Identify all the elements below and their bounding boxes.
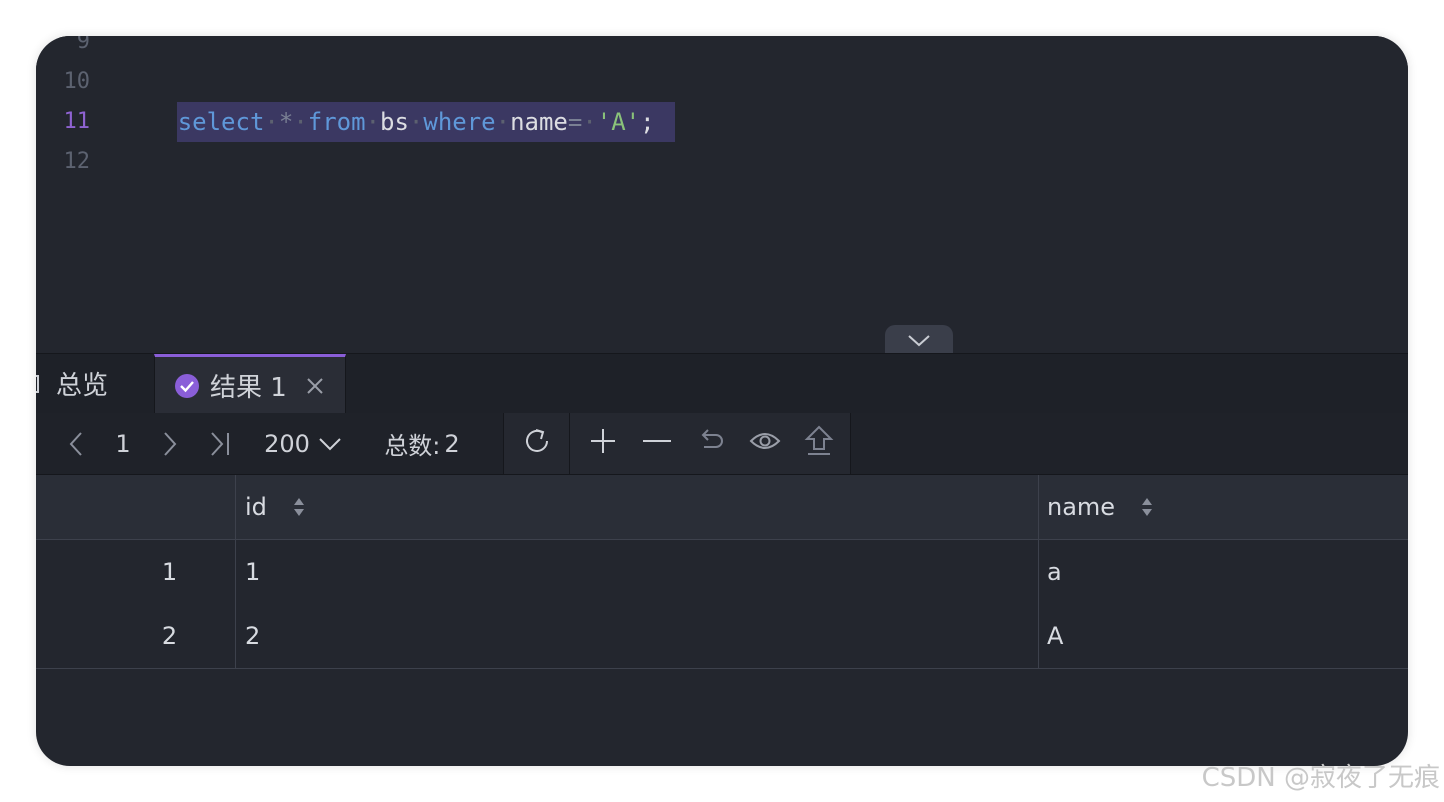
total-value: 2 bbox=[444, 429, 460, 458]
code-line[interactable]: select·*·from·bs·where·name=·'A'; bbox=[90, 62, 675, 142]
row-index-header bbox=[36, 475, 235, 539]
minus-icon bbox=[642, 427, 672, 461]
last-page-icon[interactable] bbox=[204, 413, 236, 474]
preview-button[interactable] bbox=[746, 413, 784, 474]
column-header-label: id bbox=[245, 493, 267, 521]
table-identifier: bs bbox=[380, 108, 409, 136]
upload-arrow-icon bbox=[804, 425, 834, 463]
first-page-icon[interactable] bbox=[36, 413, 40, 474]
result-tabbar: 总览 结果 1 bbox=[36, 353, 1408, 414]
star-operator: * bbox=[278, 108, 294, 136]
equals-operator: = bbox=[567, 108, 583, 136]
chevron-down-icon bbox=[318, 436, 342, 452]
tab-overview-label: 总览 bbox=[56, 371, 109, 401]
tab-result-label: 结果 1 bbox=[210, 373, 287, 403]
string-literal: 'A' bbox=[596, 108, 641, 136]
selection-highlight: select·*·from·bs·where·name=·'A'; bbox=[176, 102, 675, 142]
semicolon: ; bbox=[640, 108, 655, 136]
eye-icon bbox=[749, 429, 781, 459]
sql-editor[interactable]: 9 10 11 12 select·*·from·bs·where·name=·… bbox=[36, 36, 1408, 355]
add-row-button[interactable] bbox=[586, 413, 620, 474]
cell-name[interactable]: a bbox=[1047, 540, 1408, 604]
column-header-label: name bbox=[1047, 493, 1116, 521]
line-number: 12 bbox=[63, 149, 91, 174]
cell-name[interactable]: A bbox=[1047, 604, 1408, 668]
tab-result-1[interactable]: 结果 1 bbox=[154, 354, 346, 414]
undo-icon bbox=[696, 427, 726, 461]
plus-icon bbox=[589, 427, 617, 461]
total-count: 总数: 2 bbox=[372, 413, 472, 474]
page-number[interactable]: 1 bbox=[108, 413, 138, 474]
tab-overview[interactable]: 总览 bbox=[36, 354, 154, 413]
line-number: 9 bbox=[76, 36, 90, 54]
column-header-id[interactable]: id bbox=[245, 475, 1025, 539]
refresh-icon bbox=[522, 426, 552, 462]
overview-icon bbox=[36, 373, 46, 395]
result-toolbar: 1 200 总数: 2 bbox=[36, 413, 1408, 475]
column-identifier: name bbox=[510, 108, 568, 136]
page-size-value: 200 bbox=[264, 429, 310, 458]
cell-id[interactable]: 2 bbox=[245, 604, 1025, 668]
collapse-panel-button[interactable] bbox=[885, 325, 953, 355]
row-index: 1 bbox=[161, 558, 178, 586]
row-index: 2 bbox=[161, 622, 178, 650]
table-row[interactable]: 2 2 A bbox=[36, 604, 1408, 669]
refresh-button[interactable] bbox=[504, 413, 569, 474]
delete-row-button[interactable] bbox=[640, 413, 674, 474]
submit-button[interactable] bbox=[802, 413, 836, 474]
prev-page-icon[interactable] bbox=[62, 413, 90, 474]
column-header-name[interactable]: name bbox=[1047, 475, 1408, 539]
cell-id[interactable]: 1 bbox=[245, 540, 1025, 604]
watermark: CSDN @寂夜了无痕 bbox=[1201, 763, 1440, 793]
sort-icon[interactable] bbox=[293, 495, 305, 519]
sort-icon[interactable] bbox=[1141, 495, 1153, 519]
keyword-select: select bbox=[177, 108, 265, 136]
table-row[interactable]: 1 1 a bbox=[36, 540, 1408, 605]
grid-header: id name bbox=[36, 475, 1408, 540]
line-number: 10 bbox=[63, 69, 91, 94]
keyword-from: from bbox=[307, 108, 366, 136]
line-number-active: 11 bbox=[63, 109, 91, 134]
keyword-where: where bbox=[423, 108, 496, 136]
next-page-icon[interactable] bbox=[156, 413, 184, 474]
total-label: 总数: bbox=[384, 432, 441, 460]
page-size-select[interactable]: 200 bbox=[258, 413, 348, 474]
undo-button[interactable] bbox=[694, 413, 728, 474]
check-circle-icon bbox=[174, 373, 200, 399]
close-icon[interactable] bbox=[305, 376, 325, 396]
app-window: 9 10 11 12 select·*·from·bs·where·name=·… bbox=[36, 36, 1408, 766]
